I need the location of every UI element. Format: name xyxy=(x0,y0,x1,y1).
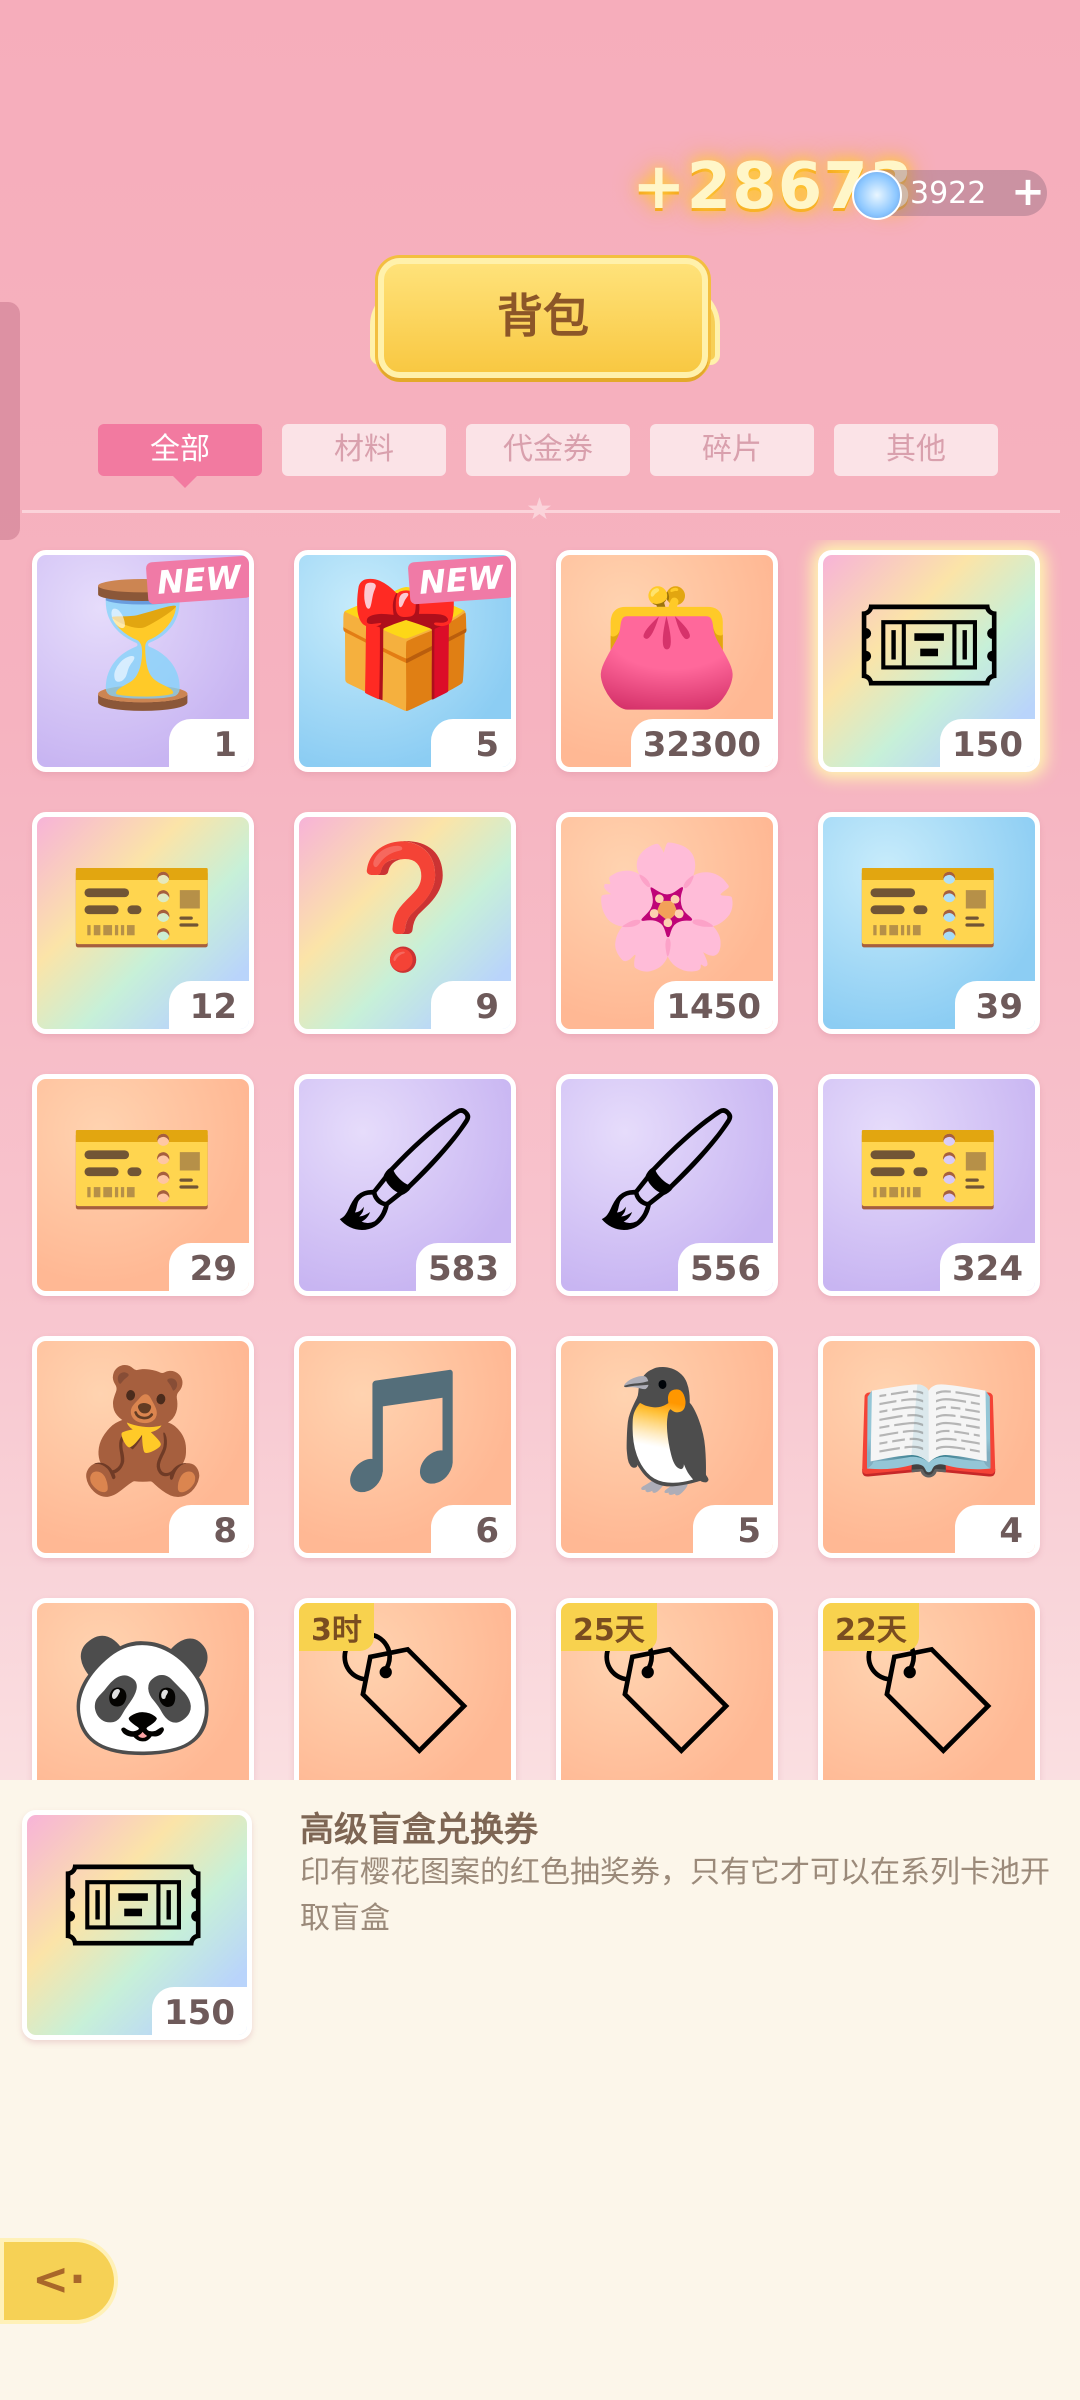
tab-fragments[interactable]: 碎片 xyxy=(650,424,814,476)
sketchbook-icon: 📖 xyxy=(854,1362,1004,1501)
inventory-item[interactable]: 🎫 324 xyxy=(818,1074,1040,1296)
inventory-item[interactable]: 🐧 5 xyxy=(556,1336,778,1558)
item-quantity: 556 xyxy=(678,1243,773,1291)
add-gems-button[interactable]: + xyxy=(1008,170,1048,216)
active-tab-indicator xyxy=(171,474,199,488)
sakura-flower-icon: 🌸 xyxy=(592,838,742,977)
item-quantity: 150 xyxy=(940,719,1035,767)
pink-roller-icon: 🖌 xyxy=(590,1100,744,1239)
item-quantity: 324 xyxy=(940,1243,1035,1291)
inventory-item[interactable]: ⏳ NEW 1 xyxy=(32,550,254,772)
expiry-timer-badge: 22天 xyxy=(823,1603,919,1651)
detail-item-thumbnail: 🎟 150 xyxy=(22,1810,252,2040)
inventory-item[interactable]: 🎟 150 xyxy=(818,550,1040,772)
inventory-item[interactable]: 🏷 25天 xyxy=(556,1598,778,1780)
puzzle-box-icon: 🧸 xyxy=(68,1362,218,1501)
inventory-item[interactable]: 🎫 29 xyxy=(32,1074,254,1296)
item-quantity: 1450 xyxy=(654,981,773,1029)
inventory-item[interactable]: 📖 4 xyxy=(818,1336,1040,1558)
blind-box-ticket-icon: 🎟 xyxy=(852,576,1006,715)
inventory-item[interactable]: 🎵 6 xyxy=(294,1336,516,1558)
inventory-item[interactable]: 👛 32300 xyxy=(556,550,778,772)
inventory-item[interactable]: 🎫 12 xyxy=(32,812,254,1034)
new-badge: NEW xyxy=(407,555,511,605)
sakura-ticket-icon: 🎫 xyxy=(68,838,218,977)
tab-vouchers[interactable]: 代金券 xyxy=(466,424,630,476)
detail-item-name: 高级盲盒兑换券 xyxy=(300,1810,538,1850)
purple-coupon-icon: 🎫 xyxy=(68,1100,218,1239)
expiry-timer-badge: 3时 xyxy=(299,1603,374,1651)
gem-count: 3922 xyxy=(910,176,987,211)
inventory-item[interactable]: 🖌 583 xyxy=(294,1074,516,1296)
blind-box-ticket-icon: 🎟 xyxy=(56,1836,210,1975)
penguin-drink-icon: 🐧 xyxy=(592,1362,742,1501)
tab-others[interactable]: 其他 xyxy=(834,424,998,476)
item-quantity: 39 xyxy=(955,981,1035,1029)
inventory-item[interactable]: 🏷 3时 xyxy=(294,1598,516,1780)
inventory-item[interactable]: 🎁 NEW 5 xyxy=(294,550,516,772)
page-title: 背包 xyxy=(497,289,589,343)
item-quantity: 9 xyxy=(431,981,511,1029)
item-quantity: 29 xyxy=(169,1243,249,1291)
pink-coin-icon: 👛 xyxy=(592,576,742,715)
expiry-timer-badge: 25天 xyxy=(561,1603,657,1651)
item-quantity: 5 xyxy=(693,1505,773,1553)
blue-ticket-icon: 🎫 xyxy=(854,838,1004,977)
item-quantity: 32300 xyxy=(630,719,773,767)
tab-all[interactable]: 全部 xyxy=(98,424,262,476)
item-quantity: 8 xyxy=(169,1505,249,1553)
detail-item-description: 印有樱花图案的红色抽奖券，只有它才可以在系列卡池开取盲盒 xyxy=(300,1855,1050,1936)
side-drawer-handle[interactable] xyxy=(0,302,20,540)
inventory-item[interactable]: ❓ 9 xyxy=(294,812,516,1034)
green-coupon-icon: 🎫 xyxy=(854,1100,1004,1239)
item-quantity: 4 xyxy=(955,1505,1035,1553)
inventory-item[interactable]: 🌸 1450 xyxy=(556,812,778,1034)
mystery-ticket-icon: ❓ xyxy=(330,838,480,977)
back-arrow-icon: <· xyxy=(32,2254,86,2305)
tab-materials[interactable]: 材料 xyxy=(282,424,446,476)
item-quantity: 5 xyxy=(431,719,511,767)
inventory-item[interactable]: 🏷 22天 xyxy=(818,1598,1040,1780)
panda-plush-icon: 🐼 xyxy=(68,1624,218,1763)
inventory-item[interactable]: 🐼 xyxy=(32,1598,254,1780)
item-quantity: 6 xyxy=(431,1505,511,1553)
new-badge: NEW xyxy=(145,555,249,605)
music-book-icon: 🎵 xyxy=(330,1362,480,1501)
back-button[interactable]: <· xyxy=(0,2238,118,2324)
green-roller-icon: 🖌 xyxy=(328,1100,482,1239)
detail-item-quantity: 150 xyxy=(152,1987,247,2035)
inventory-item[interactable]: 🧸 8 xyxy=(32,1336,254,1558)
item-quantity: 12 xyxy=(169,981,249,1029)
item-grid[interactable]: ⏳ NEW 1 🎁 NEW 5 👛 32300 🎟 150 🎫 12 ❓ 9 🌸 1450 🎫 39 🎫 29 🖌 583… xyxy=(0,540,1080,1780)
inventory-item[interactable]: 🖌 556 xyxy=(556,1074,778,1296)
inventory-item[interactable]: 🎫 39 xyxy=(818,812,1040,1034)
item-quantity: 1 xyxy=(169,719,249,767)
item-quantity: 583 xyxy=(416,1243,511,1291)
star-icon: ★ xyxy=(526,492,553,527)
gem-icon xyxy=(852,170,902,220)
